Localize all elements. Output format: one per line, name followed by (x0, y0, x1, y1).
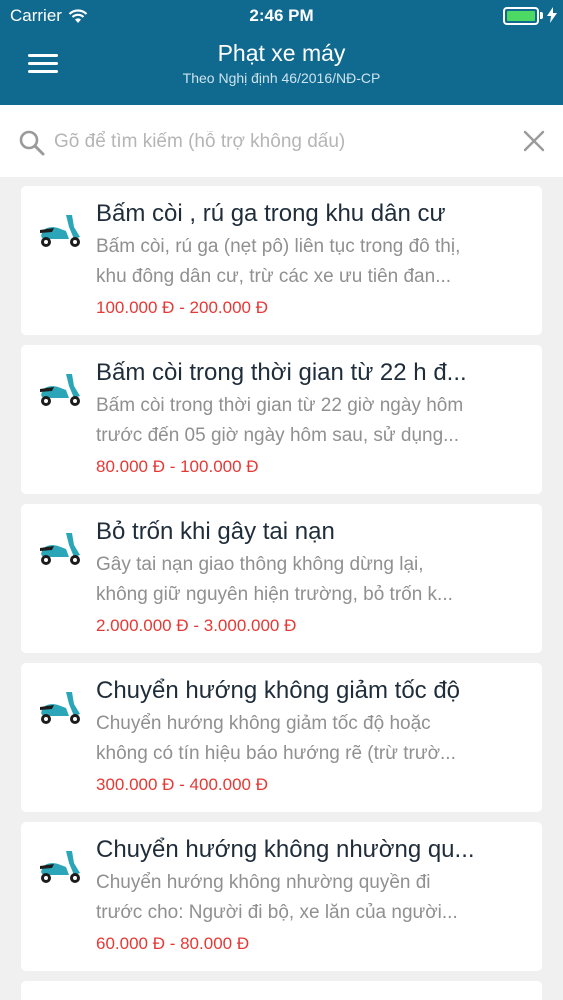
item-description-line: Chuyển hướng không nhường quyền đi (96, 872, 431, 893)
item-description-line: khu đông dân cư, trừ các xe ưu tiên đan.… (96, 266, 452, 287)
list-item[interactable]: Chuyển hướng không giảm tốc độ Chuyển hư… (21, 663, 542, 812)
item-title: Bỏ trốn khi gây tai nạn (96, 518, 335, 545)
app-header: Carrier 2:46 PM Phạt xe máy Theo Nghị đị… (0, 0, 563, 105)
item-title: Chuyển hướng không giảm tốc độ (96, 677, 461, 704)
search-icon (19, 130, 45, 156)
list-item[interactable]: Bỏ trốn khi gây tai nạn Gây tai nạn giao… (21, 504, 542, 653)
item-description-line: không giữ nguyên hiện trường, bỏ trốn k.… (96, 584, 453, 605)
page-title: Phạt xe máy (217, 40, 346, 66)
item-description-line: Bấm còi, rú ga (nẹt pô) liên tục trong đ… (96, 236, 461, 257)
page-subtitle: Theo Nghị định 46/2016/NĐ-CP (182, 70, 381, 86)
item-description: Bấm còi trong thời gian từ 22 giờ ngày h… (96, 391, 516, 451)
item-title: Bấm còi trong thời gian từ 22 h đ... (96, 359, 467, 386)
scooter-icon (40, 374, 80, 406)
item-description: Chuyển hướng không nhường quyền đi trước… (96, 868, 516, 928)
list-item[interactable]: Bấm còi , rú ga trong khu dân cư Bấm còi… (21, 186, 542, 335)
item-description-line: Bấm còi trong thời gian từ 22 giờ ngày h… (96, 395, 464, 416)
item-description-line: không có tín hiệu báo hướng rẽ (trừ trườ… (96, 743, 456, 764)
item-description-line: Gây tai nạn giao thông không dừng lại, (96, 554, 424, 575)
item-fine-range: 60.000 Đ - 80.000 Đ (96, 934, 250, 953)
item-fine-range: 2.000.000 Đ - 3.000.000 Đ (96, 616, 297, 635)
item-description-line: trước đến 05 giờ ngày hôm sau, sử dụng..… (96, 425, 459, 446)
item-description: Chuyển hướng không giảm tốc độ hoặc khôn… (96, 709, 516, 769)
list-item[interactable]: Bấm còi trong thời gian từ 22 h đ... Bấm… (21, 345, 542, 494)
list-item[interactable]: Chuyển hướng không nhường qu... Chuyển h… (21, 822, 542, 971)
item-description: Bấm còi, rú ga (nẹt pô) liên tục trong đ… (96, 232, 516, 292)
item-fine-range: 300.000 Đ - 400.000 Đ (96, 775, 269, 794)
clock: 2:46 PM (249, 6, 314, 25)
item-description-line: Chuyển hướng không giảm tốc độ hoặc (96, 713, 431, 734)
search-input[interactable] (54, 125, 504, 159)
scooter-icon (40, 215, 80, 247)
close-icon[interactable] (523, 130, 545, 152)
scooter-icon (40, 692, 80, 724)
status-bar: Carrier 2:46 PM (0, 0, 563, 32)
item-fine-range: 100.000 Đ - 200.000 Đ (96, 298, 269, 317)
battery-icon (503, 7, 539, 25)
item-fine-range: 80.000 Đ - 100.000 Đ (96, 457, 259, 476)
search-bar (0, 105, 563, 177)
scooter-icon (40, 851, 80, 883)
item-title: Chuyển hướng không nhường qu... (96, 836, 475, 863)
item-title: Bấm còi , rú ga trong khu dân cư (96, 200, 446, 227)
charging-icon (547, 7, 557, 23)
item-description-line: trước cho: Người đi bộ, xe lăn của người… (96, 902, 458, 923)
battery-tip (540, 12, 543, 19)
item-description: Gây tai nạn giao thông không dừng lại, k… (96, 550, 516, 610)
scooter-icon (40, 533, 80, 565)
list-item-partial[interactable] (21, 981, 542, 1000)
